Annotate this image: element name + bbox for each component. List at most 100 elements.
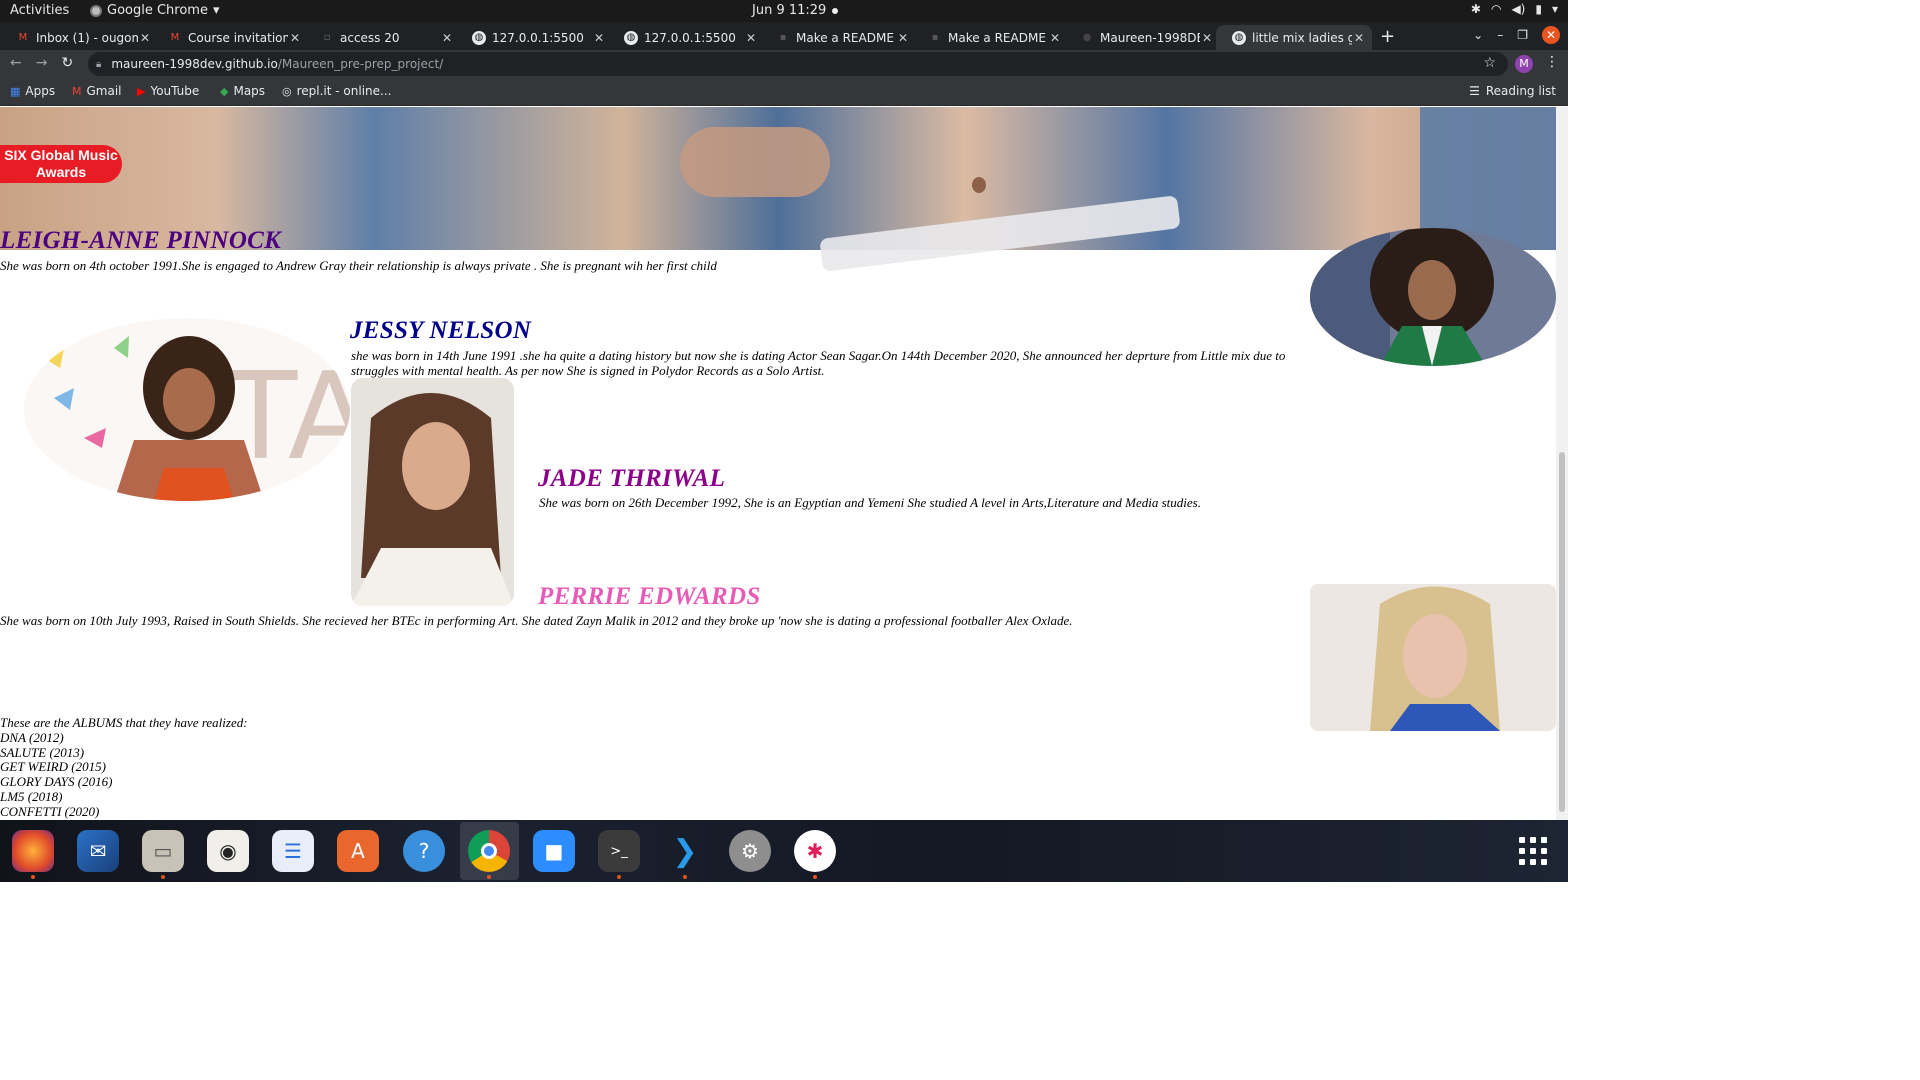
maps-pin-icon: ◆ <box>220 84 229 98</box>
browser-tab[interactable]: M Inbox (1) - ougom ✕ <box>0 25 158 50</box>
close-tab-icon[interactable]: ✕ <box>288 31 302 45</box>
rhythmbox-icon[interactable]: ◉ <box>207 830 249 872</box>
vscode-icon[interactable]: ❯ <box>664 830 706 879</box>
volume-icon: ◀) <box>1511 2 1526 16</box>
lock-icon[interactable]: 🔒︎ <box>96 59 101 70</box>
page-scrollbar[interactable] <box>1556 107 1568 820</box>
browser-tab[interactable]: ◍ 127.0.0.1:5500 ✕ <box>456 25 612 50</box>
bookmark-maps[interactable]: ◆ Maps <box>220 84 265 98</box>
browser-toolbar: ← → ↻ 🔒︎ maureen-1998dev.github.io/Maure… <box>0 50 1568 78</box>
writer-icon[interactable]: ☰ <box>272 830 314 872</box>
apps-grid-icon: ▦ <box>10 84 21 98</box>
close-tab-icon[interactable]: ✕ <box>896 31 910 45</box>
address-bar[interactable]: 🔒︎ maureen-1998dev.github.io/Maureen_pre… <box>88 52 1508 76</box>
github-icon: ● <box>1082 31 1092 43</box>
browser-tab[interactable]: ▪ Make a README ✕ <box>912 25 1068 50</box>
page-icon: ▪ <box>779 31 787 43</box>
bookmark-label: Apps <box>25 84 56 98</box>
reading-list-button[interactable]: ☰ Reading list <box>1469 84 1556 98</box>
album-item: GLORY DAYS (2016) <box>0 774 113 790</box>
wifi-icon: ◠ <box>1490 2 1502 16</box>
system-top-bar: Activities Google Chrome ▾ Jun 9 11:29 ✱… <box>0 0 1568 22</box>
close-tab-icon[interactable]: ✕ <box>744 31 758 45</box>
battery-icon: ▮ <box>1535 2 1542 16</box>
firefox-icon[interactable] <box>12 830 54 879</box>
member-name-leigh-anne: LEIGH-ANNE PINNOCK <box>0 227 282 254</box>
running-indicator <box>617 875 621 879</box>
member-bio-leigh-anne: She was born on 4th october 1991.She is … <box>0 258 717 273</box>
browser-tab[interactable]: ◍ 127.0.0.1:5500 ✕ <box>608 25 764 50</box>
tab-title: Make a README <box>796 30 894 45</box>
back-icon[interactable]: ← <box>10 55 22 71</box>
bookmark-youtube[interactable]: ▶ YouTube <box>137 84 199 98</box>
close-tab-icon[interactable]: ✕ <box>1200 31 1214 45</box>
browser-tab[interactable]: ▫ access 20 ✕ <box>304 25 460 50</box>
close-window-icon[interactable]: ✕ <box>1542 26 1560 44</box>
hero-hand-shape <box>680 127 830 197</box>
reload-icon[interactable]: ↻ <box>61 55 73 71</box>
gmail-icon: M <box>72 84 82 98</box>
page-icon: ▫ <box>323 31 331 43</box>
browser-tab[interactable]: M Course invitation ✕ <box>152 25 308 50</box>
slack-tray-icon[interactable]: ✱ <box>1471 2 1481 16</box>
minimize-icon[interactable]: – <box>1497 28 1503 42</box>
window-controls: ⌄ – ❐ ✕ <box>1473 26 1560 44</box>
browser-tab-active[interactable]: ◍ little mix ladies g ✕ <box>1216 25 1372 50</box>
gmail-icon: M <box>170 31 180 43</box>
slack-icon[interactable]: ✱ <box>794 830 836 879</box>
jade-thirlwall-photo-art <box>351 378 514 606</box>
tab-search-icon[interactable]: ⌄ <box>1473 28 1483 42</box>
browser-tab[interactable]: ▪ Make a README ✕ <box>760 25 916 50</box>
software-center-icon[interactable]: A <box>337 830 379 872</box>
close-tab-icon[interactable]: ✕ <box>1048 31 1062 45</box>
forward-icon[interactable]: → <box>36 55 48 71</box>
bookmark-gmail[interactable]: M Gmail <box>72 84 122 98</box>
album-item: GET WEIRD (2015) <box>0 759 106 775</box>
bookmark-label: repl.it - online... <box>296 84 392 98</box>
clock[interactable]: Jun 9 11:29 <box>752 3 839 18</box>
terminal-icon[interactable]: >_ <box>598 830 640 879</box>
close-tab-icon[interactable]: ✕ <box>440 31 454 45</box>
system-tray[interactable]: ✱ ◠ ◀) ▮ ▾ <box>1471 2 1558 16</box>
new-tab-button[interactable]: + <box>1380 26 1395 47</box>
files-icon[interactable]: ▭ <box>142 830 184 879</box>
url-path: /Maureen_pre-prep_project/ <box>277 57 444 71</box>
browser-tab[interactable]: ● Maureen-1998DE ✕ <box>1064 25 1220 50</box>
chrome-center-icon <box>481 843 497 859</box>
gmail-icon: M <box>18 31 28 43</box>
album-item: DNA (2012) <box>0 729 64 745</box>
bookmark-replit[interactable]: ◎ repl.it - online... <box>282 84 391 98</box>
restore-icon[interactable]: ❐ <box>1517 28 1528 42</box>
activities-button[interactable]: Activities <box>10 3 69 18</box>
bookmark-star-icon[interactable]: ☆ <box>1483 55 1496 71</box>
profile-avatar[interactable]: M <box>1515 55 1533 73</box>
power-menu-icon[interactable]: ▾ <box>1552 2 1558 16</box>
close-tab-icon[interactable]: ✕ <box>138 31 152 45</box>
globe-icon: ◍ <box>624 30 638 45</box>
tab-title: Inbox (1) - ougom <box>36 30 138 45</box>
albums-section: These are the ALBUMS that they have real… <box>0 715 248 820</box>
thunderbird-icon[interactable]: ✉ <box>77 830 119 872</box>
member-name-jade: JADE THRIWAL <box>538 465 726 492</box>
menu-kebab-icon[interactable]: ⋮ <box>1545 54 1559 70</box>
running-indicator <box>683 875 687 879</box>
album-item: SALUTE (2013) <box>0 744 85 760</box>
close-tab-icon[interactable]: ✕ <box>592 31 606 45</box>
chrome-icon <box>90 4 102 17</box>
close-tab-icon[interactable]: ✕ <box>1352 31 1366 45</box>
show-applications-icon[interactable] <box>1516 834 1550 868</box>
app-menu[interactable]: Google Chrome ▾ <box>90 3 220 18</box>
settings-icon[interactable]: ⚙ <box>729 830 771 872</box>
bookmark-apps[interactable]: ▦ Apps <box>10 84 55 98</box>
perrie-edwards-photo <box>1310 584 1556 731</box>
awards-button[interactable]: SIX Global Music Awards <box>0 145 122 183</box>
scrollbar-thumb[interactable] <box>1559 452 1565 812</box>
nav-buttons: ← → ↻ <box>10 55 73 71</box>
chrome-dock-icon[interactable] <box>468 830 510 879</box>
caret-down-icon: ▾ <box>212 3 220 18</box>
leigh-anne-photo <box>1310 228 1556 366</box>
zoom-icon[interactable]: ■ <box>533 830 575 872</box>
help-icon[interactable]: ? <box>403 830 445 872</box>
bookmarks-bar: ▦ Apps M Gmail ▶ YouTube ◆ Maps ◎ repl.it - o… <box>0 78 1568 106</box>
tab-strip: M Inbox (1) - ougom ✕ M Course invitatio… <box>0 22 1568 50</box>
